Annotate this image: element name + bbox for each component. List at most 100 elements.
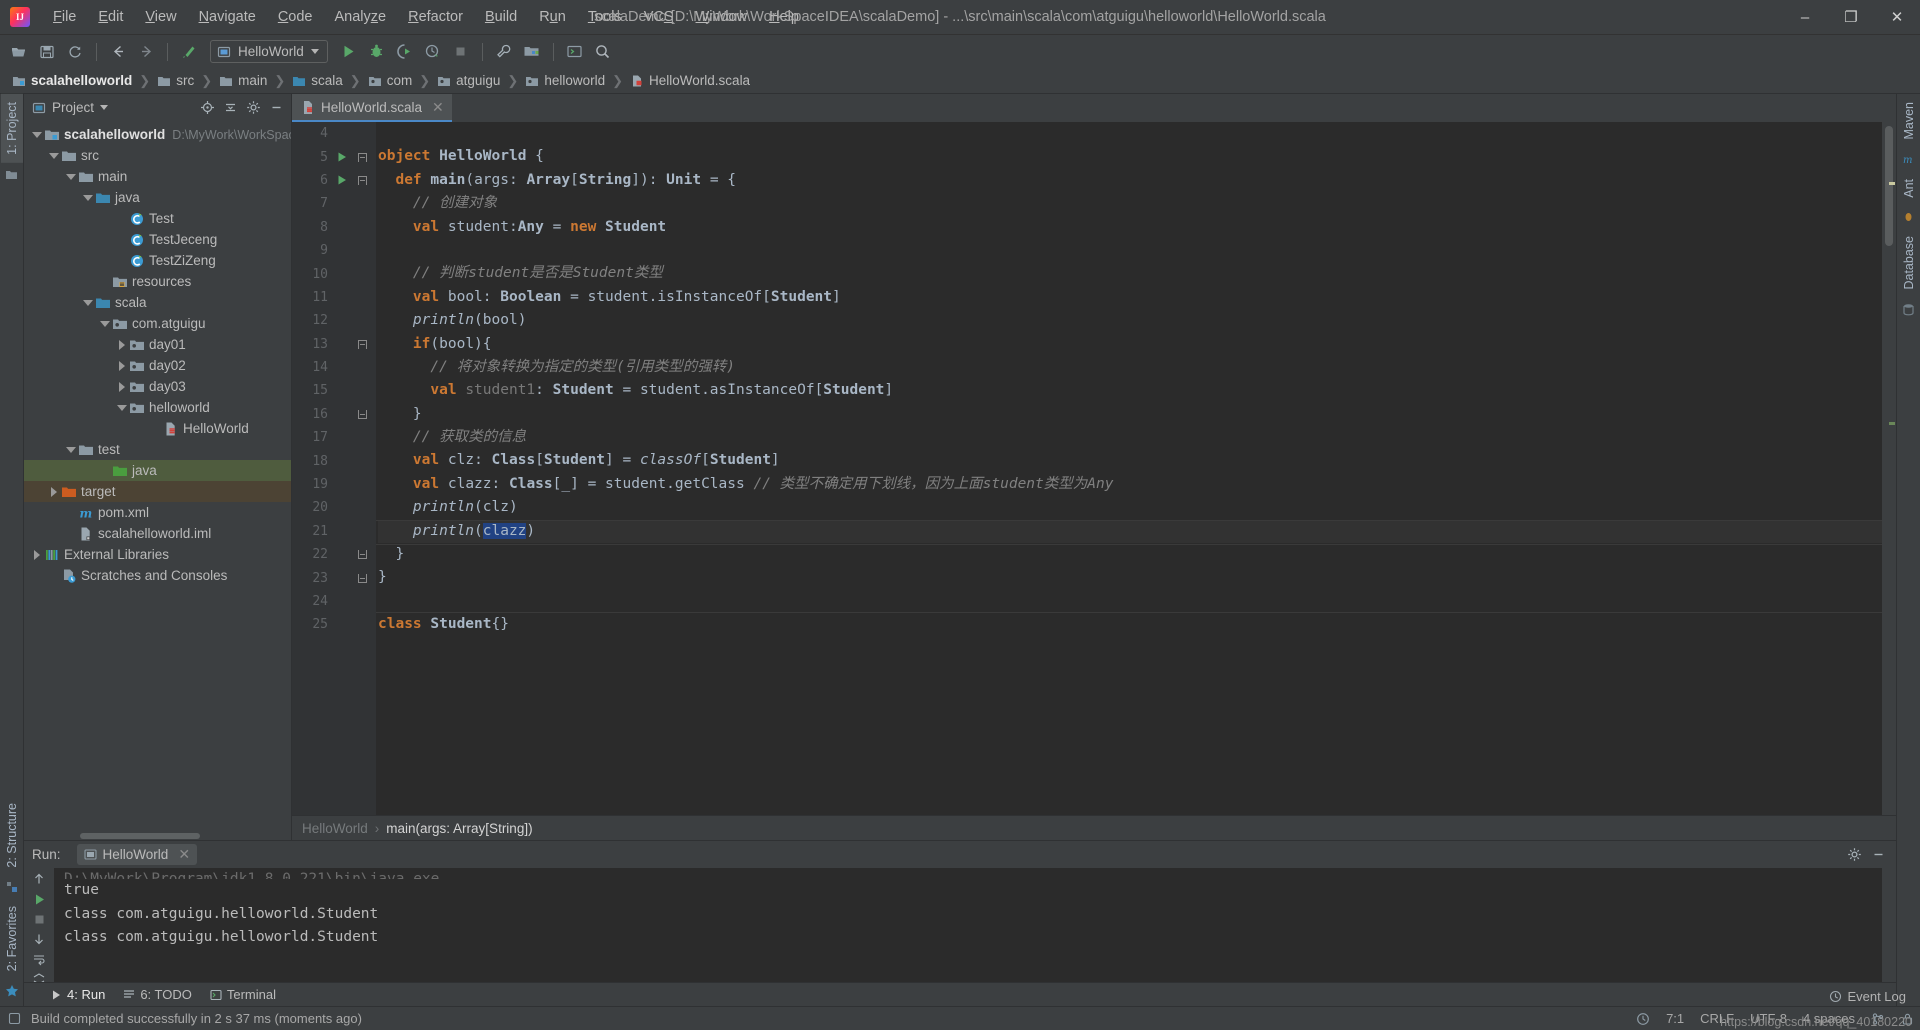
gear-icon[interactable]	[243, 98, 263, 118]
code-line[interactable]: }	[378, 566, 1882, 589]
code-line[interactable]: println(clazz)	[376, 519, 1882, 546]
profile-icon[interactable]	[420, 39, 446, 64]
terminal-icon[interactable]	[562, 39, 588, 64]
code-folding-marker[interactable]	[352, 573, 372, 583]
menu-window[interactable]: Window	[685, 5, 759, 29]
code-folding-marker[interactable]	[352, 409, 372, 419]
code-folding-marker[interactable]	[352, 550, 372, 560]
menu-navigate[interactable]: Navigate	[188, 5, 267, 29]
breadcrumb-current[interactable]: main(args: Array[String])	[386, 821, 532, 836]
code-folding-marker[interactable]	[352, 152, 372, 162]
run-console[interactable]: D:\MyWork\Program\jdk1.8.0_221\bin\java.…	[54, 868, 1882, 982]
breadcrumb-item-scalahelloworld[interactable]: scalahelloworld	[8, 72, 136, 89]
tree-node-java[interactable]: java	[24, 460, 291, 481]
tree-node-scala[interactable]: scala	[24, 292, 291, 313]
save-icon[interactable]	[34, 39, 60, 64]
chevron-down-icon[interactable]	[115, 404, 128, 411]
favorites-folder-icon[interactable]	[5, 168, 18, 181]
chevron-right-icon[interactable]	[115, 339, 128, 350]
chevron-down-icon[interactable]	[100, 105, 109, 110]
sidebar-item-ant[interactable]: Ant	[1898, 171, 1920, 206]
code-line[interactable]: }	[378, 403, 1882, 426]
search-everywhere-icon[interactable]	[590, 39, 616, 64]
code-line[interactable]: val bool: Boolean = student.isInstanceOf…	[378, 286, 1882, 309]
sidebar-item-structure[interactable]: 2: Structure	[1, 795, 23, 876]
sidebar-item-project[interactable]: 1: Project	[0, 94, 23, 163]
code-content[interactable]: object HelloWorld { def main(args: Array…	[376, 122, 1882, 815]
tree-node-scalahelloworld[interactable]: scalahelloworld D:\MyWork\WorkSpac	[24, 124, 291, 145]
breadcrumb-item-main[interactable]: main	[215, 72, 271, 89]
project-tree[interactable]: scalahelloworld D:\MyWork\WorkSpac src main…	[24, 121, 291, 831]
soft-wrap-icon[interactable]	[28, 952, 50, 966]
tree-node-helloworld[interactable]: helloworld	[24, 397, 291, 418]
run-tab-helloworld[interactable]: HelloWorld ✕	[76, 844, 198, 865]
breadcrumb-item-helloworld[interactable]: helloworld	[521, 72, 609, 89]
scroll-down-icon[interactable]	[28, 932, 50, 946]
tree-node-src[interactable]: src	[24, 145, 291, 166]
maximize-button[interactable]: ❐	[1828, 0, 1874, 34]
bottom-tab-run[interactable]: 4: Run	[50, 987, 105, 1002]
menu-code[interactable]: Code	[267, 5, 324, 29]
breadcrumb-item-file[interactable]: HelloWorld.scala	[626, 72, 754, 89]
run-with-coverage-icon[interactable]	[392, 39, 418, 64]
chevron-right-icon[interactable]	[30, 549, 43, 560]
run-icon[interactable]	[336, 39, 362, 64]
project-structure-icon[interactable]	[519, 39, 545, 64]
tree-node-day02[interactable]: day02	[24, 355, 291, 376]
editor-gutter[interactable]: 4 5 6 7 8 9 10 11 12 13 14 15 16 17 18 19 20 21 22 23 24 25	[292, 122, 376, 815]
code-line[interactable]: // 获取类的信息	[378, 426, 1882, 449]
gear-icon[interactable]	[1844, 845, 1864, 865]
code-line[interactable]: println(bool)	[378, 309, 1882, 332]
caret-position[interactable]: 7:1	[1666, 1011, 1684, 1026]
code-line[interactable]: // 创建对象	[378, 192, 1882, 215]
code-line[interactable]: val clazz: Class[_] = student.getClass /…	[378, 473, 1882, 496]
locate-icon[interactable]	[197, 98, 217, 118]
code-line[interactable]: // 判断student是否是Student类型	[378, 262, 1882, 285]
tree-node-day01[interactable]: day01	[24, 334, 291, 355]
breadcrumb-item-com[interactable]: com	[364, 72, 417, 89]
sidebar-item-maven[interactable]: Maven	[1898, 94, 1920, 148]
ant-icon[interactable]	[1902, 210, 1915, 223]
minimize-icon[interactable]	[1868, 845, 1888, 865]
chevron-right-icon[interactable]	[115, 360, 128, 371]
scroll-up-icon[interactable]	[28, 872, 50, 886]
open-folder-icon[interactable]	[6, 39, 32, 64]
console-scrollbar[interactable]	[1882, 868, 1896, 982]
database-icon[interactable]	[1902, 303, 1915, 316]
tree-node-helloworld[interactable]: HelloWorld	[24, 418, 291, 439]
breadcrumb-item-src[interactable]: src	[153, 72, 198, 89]
menu-refactor[interactable]: Refactor	[397, 5, 474, 29]
arrow-right-icon[interactable]	[133, 39, 159, 64]
tree-node-resources[interactable]: resources	[24, 271, 291, 292]
editor-scrollbar[interactable]	[1882, 122, 1896, 815]
star-icon[interactable]	[5, 984, 19, 998]
code-editor[interactable]: 4 5 6 7 8 9 10 11 12 13 14 15 16 17 18 19 20 21 22 23 24 25 o…	[292, 122, 1896, 815]
tree-node-day03[interactable]: day03	[24, 376, 291, 397]
run-gutter-icon[interactable]	[332, 151, 352, 163]
code-line[interactable]	[378, 590, 1882, 613]
code-line[interactable]: println(clz)	[378, 496, 1882, 519]
code-line[interactable]: val clz: Class[Student] = classOf[Studen…	[378, 449, 1882, 472]
code-line[interactable]: }	[378, 543, 1882, 566]
code-line[interactable]	[378, 239, 1882, 262]
code-line[interactable]	[378, 122, 1882, 145]
run-configuration-selector[interactable]: HelloWorld	[210, 40, 328, 63]
maven-icon[interactable]: m	[1902, 153, 1915, 166]
tree-node-pom-xml[interactable]: m pom.xml	[24, 502, 291, 523]
code-line[interactable]: // 将对象转换为指定的类型(引用类型的强转)	[378, 356, 1882, 379]
chevron-down-icon[interactable]	[30, 131, 43, 138]
tree-node-testzizeng[interactable]: TestZiZeng	[24, 250, 291, 271]
refresh-icon[interactable]	[62, 39, 88, 64]
bottom-tab-terminal[interactable]: Terminal	[210, 987, 276, 1002]
tree-node-java[interactable]: java	[24, 187, 291, 208]
lock-icon[interactable]	[1901, 1012, 1914, 1026]
tree-node-test[interactable]: Test	[24, 208, 291, 229]
breadcrumb-item-atguigu[interactable]: atguigu	[433, 72, 504, 89]
menu-edit[interactable]: Edit	[87, 5, 134, 29]
breadcrumb-parent[interactable]: HelloWorld	[302, 821, 368, 836]
menu-build[interactable]: Build	[474, 5, 528, 29]
breadcrumb-item-scala[interactable]: scala	[288, 72, 347, 89]
tree-node-com-atguigu[interactable]: com.atguigu	[24, 313, 291, 334]
code-line[interactable]: if(bool){	[378, 333, 1882, 356]
chevron-down-icon[interactable]	[64, 173, 77, 180]
